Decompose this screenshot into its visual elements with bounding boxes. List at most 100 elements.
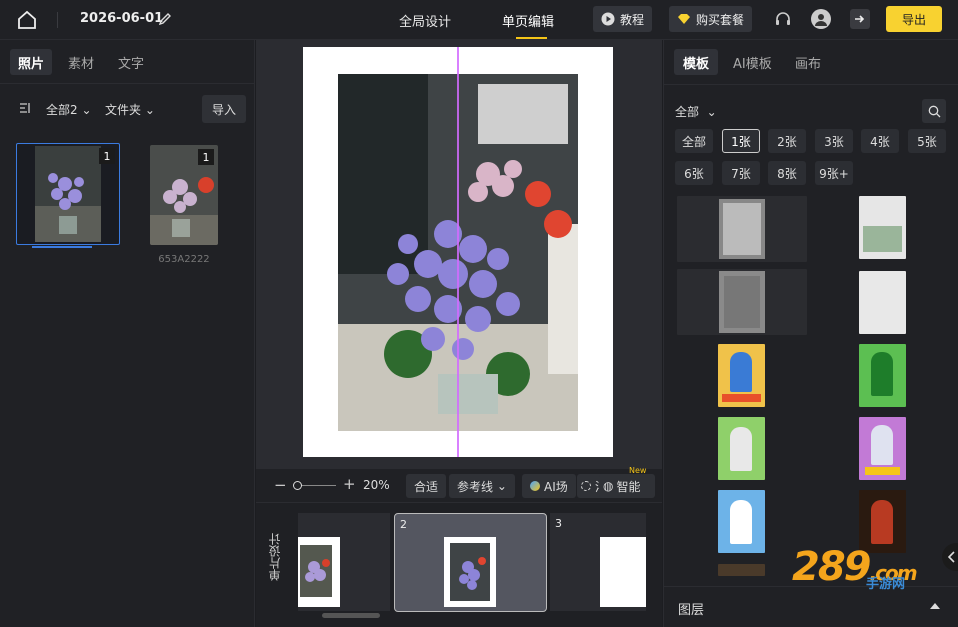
- chip-3[interactable]: 3张: [815, 129, 853, 153]
- smart-icon: ◍: [603, 479, 614, 493]
- smart-button[interactable]: ◍ 智能: [599, 474, 655, 498]
- search-icon[interactable]: [922, 99, 946, 123]
- layers-title: 图层: [678, 603, 705, 618]
- template-card[interactable]: [859, 417, 906, 480]
- tab-ai-templates[interactable]: AI模板: [724, 49, 781, 75]
- tab-templates[interactable]: 模板: [674, 49, 719, 75]
- buy-plan-label: 购买套餐: [696, 12, 745, 27]
- usage-count-badge: 1: [198, 149, 214, 165]
- chip-7[interactable]: 7张: [722, 161, 760, 185]
- dissolve-icon: [581, 481, 591, 491]
- template-preview: [871, 500, 893, 544]
- chip-8[interactable]: 8张: [768, 161, 806, 185]
- watermark-number: 289: [792, 544, 871, 590]
- chip-all[interactable]: 全部: [675, 129, 713, 153]
- template-preview: [865, 467, 900, 475]
- template-preview: [863, 226, 902, 252]
- assets-panel: 照片 素材 文字 全部2 ⌄ 文件夹 ⌄ 导入 1 1 653A2222: [0, 40, 255, 627]
- guides-label: 参考线: [457, 479, 494, 494]
- template-card[interactable]: [677, 196, 807, 262]
- chip-1[interactable]: 1张: [722, 129, 760, 153]
- page-thumbnail-selected[interactable]: 2: [394, 513, 547, 612]
- template-filter-label: 全部: [675, 105, 700, 119]
- template-filter-dropdown[interactable]: 全部 ⌄: [675, 103, 717, 120]
- diamond-icon: [678, 14, 690, 24]
- filmstrip-scrollbar[interactable]: [322, 613, 380, 618]
- project-date[interactable]: 2026-06-01: [80, 11, 163, 26]
- page-preview: [600, 537, 646, 607]
- template-preview: [719, 271, 765, 333]
- page-thumbnail[interactable]: 3: [550, 513, 646, 611]
- page-filmstrip: 单片设计 2 3: [256, 503, 662, 627]
- template-panel: 模板 AI模板 画布 全部 ⌄ 全部 1张 2张 3张 4张 5张 6张 7张 …: [663, 40, 958, 627]
- tab-global-design[interactable]: 全局设计: [399, 11, 451, 30]
- canvas-toolbar: − + 20% 合适 参考线 ⌄ AI场 溶图 ◍智能 New: [256, 466, 662, 502]
- chip-9plus[interactable]: 9张+: [815, 161, 853, 185]
- tab-canvas[interactable]: 画布: [786, 49, 830, 75]
- folder-dropdown[interactable]: 文件夹 ⌄: [105, 101, 155, 118]
- layers-bar[interactable]: 图层: [664, 586, 958, 627]
- page-preview: [298, 537, 340, 607]
- zoom-slider-handle[interactable]: [293, 481, 302, 490]
- fit-button[interactable]: 合适: [406, 474, 447, 498]
- ai-scene-button[interactable]: AI场: [522, 474, 576, 498]
- chip-6[interactable]: 6张: [675, 161, 713, 185]
- headset-icon[interactable]: [773, 9, 793, 29]
- tab-photos[interactable]: 照片: [10, 49, 53, 75]
- filter-bar: 全部2 ⌄ 文件夹 ⌄ 导入: [0, 95, 255, 125]
- caret-up-icon[interactable]: [930, 602, 940, 610]
- template-card[interactable]: [859, 196, 906, 259]
- template-card[interactable]: [718, 564, 765, 576]
- template-preview: [719, 199, 765, 259]
- guides-dropdown[interactable]: 参考线 ⌄: [449, 474, 515, 498]
- chip-4[interactable]: 4张: [861, 129, 899, 153]
- top-bar: 2026-06-01 全局设计 单页编辑 教程 购买套餐 导出: [0, 0, 958, 40]
- page-number: 2: [400, 518, 407, 531]
- zoom-in-button[interactable]: +: [343, 475, 356, 493]
- template-preview: [730, 500, 752, 544]
- tab-text[interactable]: 文字: [110, 49, 152, 75]
- zoom-out-button[interactable]: −: [274, 476, 287, 494]
- template-preview: [871, 425, 893, 465]
- buy-plan-button[interactable]: 购买套餐: [669, 6, 753, 32]
- pencil-icon[interactable]: [158, 12, 172, 26]
- import-button[interactable]: 导入: [202, 95, 246, 123]
- center-guide-line[interactable]: [457, 47, 459, 457]
- tab-page-edit[interactable]: 单页编辑: [502, 11, 554, 30]
- tutorial-button[interactable]: 教程: [593, 6, 653, 32]
- smart-label: 智能: [616, 479, 641, 494]
- template-card[interactable]: [859, 344, 906, 407]
- ai-scene-label: AI场: [544, 479, 568, 494]
- template-card[interactable]: [677, 269, 807, 335]
- chip-2[interactable]: 2张: [768, 129, 806, 153]
- template-card[interactable]: [718, 490, 765, 553]
- ai-orb-icon: [530, 481, 540, 491]
- page-photo-image: [300, 545, 332, 597]
- page-photo-image: [450, 543, 490, 601]
- zoom-level: 20%: [363, 478, 390, 492]
- zoom-slider[interactable]: [296, 485, 336, 486]
- page-thumbnail[interactable]: [298, 513, 390, 611]
- user-avatar-icon[interactable]: [811, 9, 831, 29]
- selected-indicator: [32, 246, 92, 248]
- template-preview: [722, 394, 761, 402]
- side-label: 单片设计: [268, 533, 282, 581]
- template-card[interactable]: [718, 344, 765, 407]
- watermark-subtitle: 手游网: [866, 577, 906, 592]
- chip-5[interactable]: 5张: [908, 129, 946, 153]
- tab-materials[interactable]: 素材: [60, 49, 102, 75]
- active-tab-indicator: [516, 37, 547, 39]
- album-page[interactable]: [303, 47, 613, 457]
- photo-thumbnail[interactable]: 1: [16, 143, 120, 245]
- template-card[interactable]: [718, 417, 765, 480]
- tutorial-label: 教程: [620, 12, 645, 27]
- editor-canvas: − + 20% 合适 参考线 ⌄ AI场 溶图 ◍智能 New 单片设计 2 3: [256, 40, 662, 627]
- filter-all-dropdown[interactable]: 全部2 ⌄: [46, 101, 92, 118]
- logout-icon[interactable]: [850, 9, 870, 29]
- export-button[interactable]: 导出: [886, 6, 942, 32]
- page-number: 3: [555, 517, 562, 530]
- sort-icon[interactable]: [18, 101, 32, 115]
- template-card[interactable]: [859, 271, 906, 334]
- home-icon[interactable]: [16, 9, 38, 31]
- photo-thumbnail[interactable]: 1: [150, 145, 218, 245]
